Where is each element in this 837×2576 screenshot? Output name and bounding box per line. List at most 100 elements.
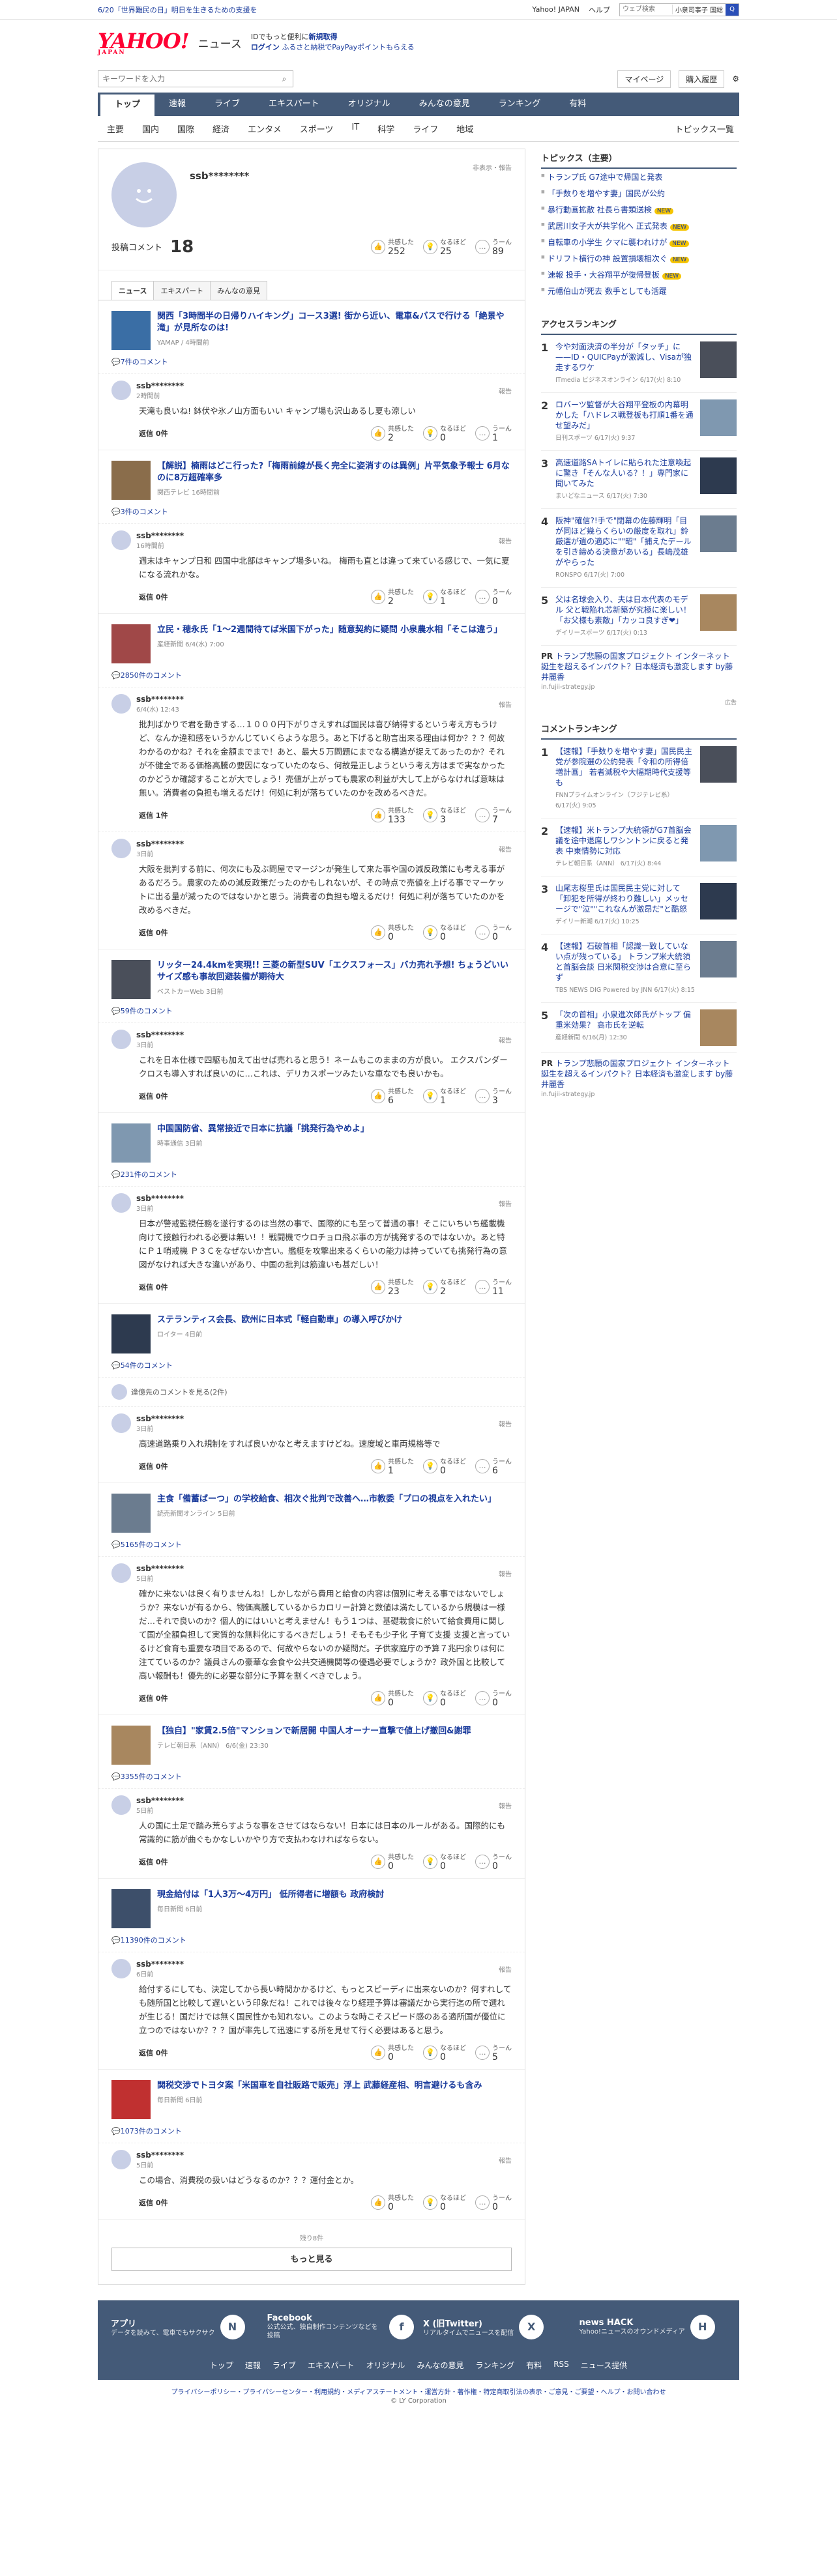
- empathy-button[interactable]: 👍 共感した 23: [371, 1277, 414, 1297]
- comment-count-link[interactable]: 💬7件のコメント: [98, 354, 525, 373]
- article-header[interactable]: 主食「備蓄ばーつ」の学校給食、相次ぐ批判で改善へ…市教委「プロの視点を入れたい」…: [98, 1483, 525, 1537]
- help-link[interactable]: ヘルプ: [589, 5, 610, 15]
- ranking-thumbnail[interactable]: [700, 825, 737, 861]
- comment-count-text[interactable]: 5165件のコメント: [121, 1541, 182, 1549]
- tab-news[interactable]: ニュース: [111, 281, 154, 300]
- comment-count-link[interactable]: 💬1073件のコメント: [98, 2123, 525, 2143]
- comment-count-text[interactable]: 7件のコメント: [121, 358, 168, 366]
- topics-list-link[interactable]: トピックス一覧: [675, 123, 739, 135]
- ranking-title[interactable]: 山尾志桜里氏は国民民主党に対して「卸犯を所得が終わり難しい」メッセージで"泣""…: [555, 883, 695, 914]
- article-title[interactable]: 関税交渉でトヨタ案「米国車を自社販路で販売」浮上 武藤経産相、明言避けるも含み: [157, 2080, 482, 2092]
- gnav-opinion[interactable]: みんなの意見: [405, 93, 484, 116]
- article-thumbnail[interactable]: [111, 1314, 151, 1353]
- article-thumbnail[interactable]: [111, 1123, 151, 1163]
- report-link[interactable]: 報告: [499, 1198, 512, 1208]
- gnav-flash[interactable]: 速報: [154, 93, 200, 116]
- report-link[interactable]: 報告: [499, 386, 512, 396]
- empathy-button[interactable]: 👍 共感した 1: [371, 1456, 414, 1476]
- footer-app-link[interactable]: news HACK Yahoo!ニュースのオウンドメディア H: [580, 2313, 727, 2340]
- article-header[interactable]: 【解説】楠雨はどこ行った?「梅雨前線が長く完全に姿消すのは異例」片平気象予報士 …: [98, 450, 525, 504]
- footer-app-link[interactable]: Facebook 公式公式、独自制作コンテンツなどを投稿 f: [267, 2313, 414, 2340]
- ranking-thumbnail[interactable]: [700, 941, 737, 977]
- reply-button[interactable]: 返信 0件: [139, 1091, 168, 1101]
- ranking-thumbnail[interactable]: [700, 399, 737, 436]
- reply-button[interactable]: 返信 0件: [139, 1282, 168, 1292]
- mypage-button[interactable]: マイページ: [617, 70, 671, 88]
- ranking-item[interactable]: 5 「次の首相」小泉進次郎氏がトップ 偏重米効果？ 高市氏を逆転 産経新聞 6/16…: [541, 1003, 737, 1053]
- hmm-button[interactable]: … うーん 7: [475, 805, 512, 825]
- cat-local[interactable]: 地域: [447, 123, 482, 135]
- footer-nav-item[interactable]: ニュース提供: [581, 2360, 627, 2371]
- furusato-link[interactable]: ふるさと納税でPayPayポイントもらえる: [282, 43, 414, 51]
- ranking-title[interactable]: ロバーツ監督が大谷翔平登板の内幕明かした「ハドレス戦登板も打順1番を通せ望みだ」: [555, 399, 695, 431]
- ranking-item[interactable]: 4 阪神"確信?!手で"閉幕の佐藤輝明「目が同ほど幾らくらいの厳度を取れ」鈴厳選が…: [541, 509, 737, 588]
- report-link[interactable]: 報告: [499, 1801, 512, 1810]
- naruhodo-button[interactable]: 💡 なるほど 0: [423, 2042, 466, 2062]
- cat-main[interactable]: 主要: [98, 123, 133, 135]
- hmm-button[interactable]: … うーん 0: [475, 922, 512, 942]
- gnav-original[interactable]: オリジナル: [334, 93, 405, 116]
- comment-count-link[interactable]: 💬2850件のコメント: [98, 667, 525, 687]
- empathy-button[interactable]: 👍 共感した 0: [371, 1851, 414, 1872]
- comment-count-link[interactable]: 💬3件のコメント: [98, 504, 525, 523]
- topic-item[interactable]: 元幡伯山が死去 数手としても活躍: [541, 283, 737, 299]
- report-link[interactable]: 報告: [499, 536, 512, 545]
- naruhodo-button[interactable]: 💡 なるほど 3: [423, 805, 466, 825]
- pr-ad-1[interactable]: PR トランプ悲願の国家プロジェクト インターネット誕生を超えるインパクト？日本経…: [541, 646, 737, 698]
- topic-text[interactable]: 元幡伯山が死去 数手としても活躍: [548, 287, 667, 296]
- empathy-button[interactable]: 👍 共感した 133: [371, 805, 414, 825]
- cat-sports[interactable]: スポーツ: [291, 123, 343, 135]
- reply-button[interactable]: 返信 1件: [139, 810, 168, 820]
- topic-item[interactable]: 「手数りを増やす妻」国民が公約: [541, 185, 737, 201]
- reply-button[interactable]: 返信 0件: [139, 592, 168, 602]
- reply-button[interactable]: 返信 0件: [139, 2048, 168, 2058]
- web-search-input[interactable]: [619, 3, 672, 16]
- reply-button[interactable]: 返信 0件: [139, 927, 168, 938]
- naruhodo-button[interactable]: 💡 なるほど 0: [423, 1688, 466, 1708]
- topic-item[interactable]: 自転車の小学生 クマに襲われけがNEW: [541, 234, 737, 250]
- naruhodo-button[interactable]: 💡 なるほど 0: [423, 1851, 466, 1872]
- empathy-button[interactable]: 👍 共感した 0: [371, 2192, 414, 2212]
- hmm-button[interactable]: … うーん 5: [475, 2042, 512, 2062]
- naruhodo-button[interactable]: 💡 なるほど 1: [423, 586, 466, 607]
- gnav-paid[interactable]: 有料: [555, 93, 600, 116]
- cat-domestic[interactable]: 国内: [133, 123, 168, 135]
- hmm-button[interactable]: … うーん 6: [475, 1456, 512, 1476]
- comment-count-text[interactable]: 54件のコメント: [121, 1361, 173, 1370]
- yahoo-japan-link[interactable]: Yahoo! JAPAN: [532, 5, 580, 14]
- topic-text[interactable]: ドリフト横行の神 設置損壊相次ぐ: [548, 254, 668, 263]
- comment-count-link[interactable]: 💬3355件のコメント: [98, 1769, 525, 1788]
- article-title[interactable]: 立民・穂永氏「1～2週間待てば米国下がった」随意契約に疑問 小泉農水相「そこは違…: [157, 624, 502, 636]
- topic-text[interactable]: 暴行動画拡散 社長ら書類送検: [548, 205, 652, 214]
- gnav-ranking[interactable]: ランキング: [484, 93, 555, 116]
- ranking-title[interactable]: 【速報】米トランプ大統領がG7首脳会議を途中退席しワシントンに戻ると発表 中東情…: [555, 825, 695, 856]
- cat-science[interactable]: 科学: [368, 123, 404, 135]
- article-header[interactable]: 中国国防省、異常接近で日本に抗議「挑発行為やめよ」 時事通信 3日前: [98, 1113, 525, 1166]
- article-thumbnail[interactable]: [111, 1889, 151, 1928]
- footer-app-link[interactable]: アプリ データを読みて、電車でもサクサク N: [111, 2313, 258, 2340]
- hidden-comments-text[interactable]: 違億先のコメントを見る(2件): [131, 1387, 228, 1397]
- report-link[interactable]: 報告: [499, 1569, 512, 1578]
- hmm-button[interactable]: … うーん 1: [475, 423, 512, 443]
- article-title[interactable]: ステランティス会長、欧州に日本式「軽自動車」の導入呼びかけ: [157, 1314, 402, 1326]
- footer-nav-item[interactable]: ライブ: [272, 2360, 296, 2371]
- cat-business[interactable]: 経済: [203, 123, 239, 135]
- ranking-thumbnail[interactable]: [700, 515, 737, 552]
- report-link[interactable]: 報告: [499, 1419, 512, 1428]
- article-title[interactable]: 現金給付は「1人3万〜4万円」 低所得者に増額も 政府検討: [157, 1889, 384, 1901]
- ranking-thumbnail[interactable]: [700, 594, 737, 631]
- article-header[interactable]: 現金給付は「1人3万〜4万円」 低所得者に増額も 政府検討 毎日新聞 6日前: [98, 1879, 525, 1932]
- footer-nav-item[interactable]: オリジナル: [366, 2360, 405, 2371]
- article-title[interactable]: リッター24.4kmを実現!! 三菱の新型SUV「エクスフォース」バカ売れ予想!…: [157, 960, 512, 983]
- hmm-button[interactable]: … うーん 0: [475, 586, 512, 607]
- empathy-button[interactable]: 👍 共感した 2: [371, 586, 414, 607]
- ranking-title[interactable]: 【速報】「手数りを増やす妻」国民民主党が参院選の公約発表「令和の所得倍増計画」 …: [555, 746, 695, 788]
- footer-app-link[interactable]: X (旧Twitter) リアルタイムでニュースを配信 X: [423, 2313, 570, 2340]
- empathy-button[interactable]: 👍 共感した 6: [371, 1086, 414, 1106]
- reply-button[interactable]: 返信 0件: [139, 2197, 168, 2208]
- empathy-button[interactable]: 👍 共感した 0: [371, 1688, 414, 1708]
- ranking-thumbnail[interactable]: [700, 1009, 737, 1046]
- article-thumbnail[interactable]: [111, 2080, 151, 2119]
- footer-nav-item[interactable]: 速報: [245, 2360, 261, 2371]
- ranking-item[interactable]: 3 高速道路SAトイレに貼られた注意喚起に驚き「そんな人いる？！」専門家に聞いてみ…: [541, 451, 737, 509]
